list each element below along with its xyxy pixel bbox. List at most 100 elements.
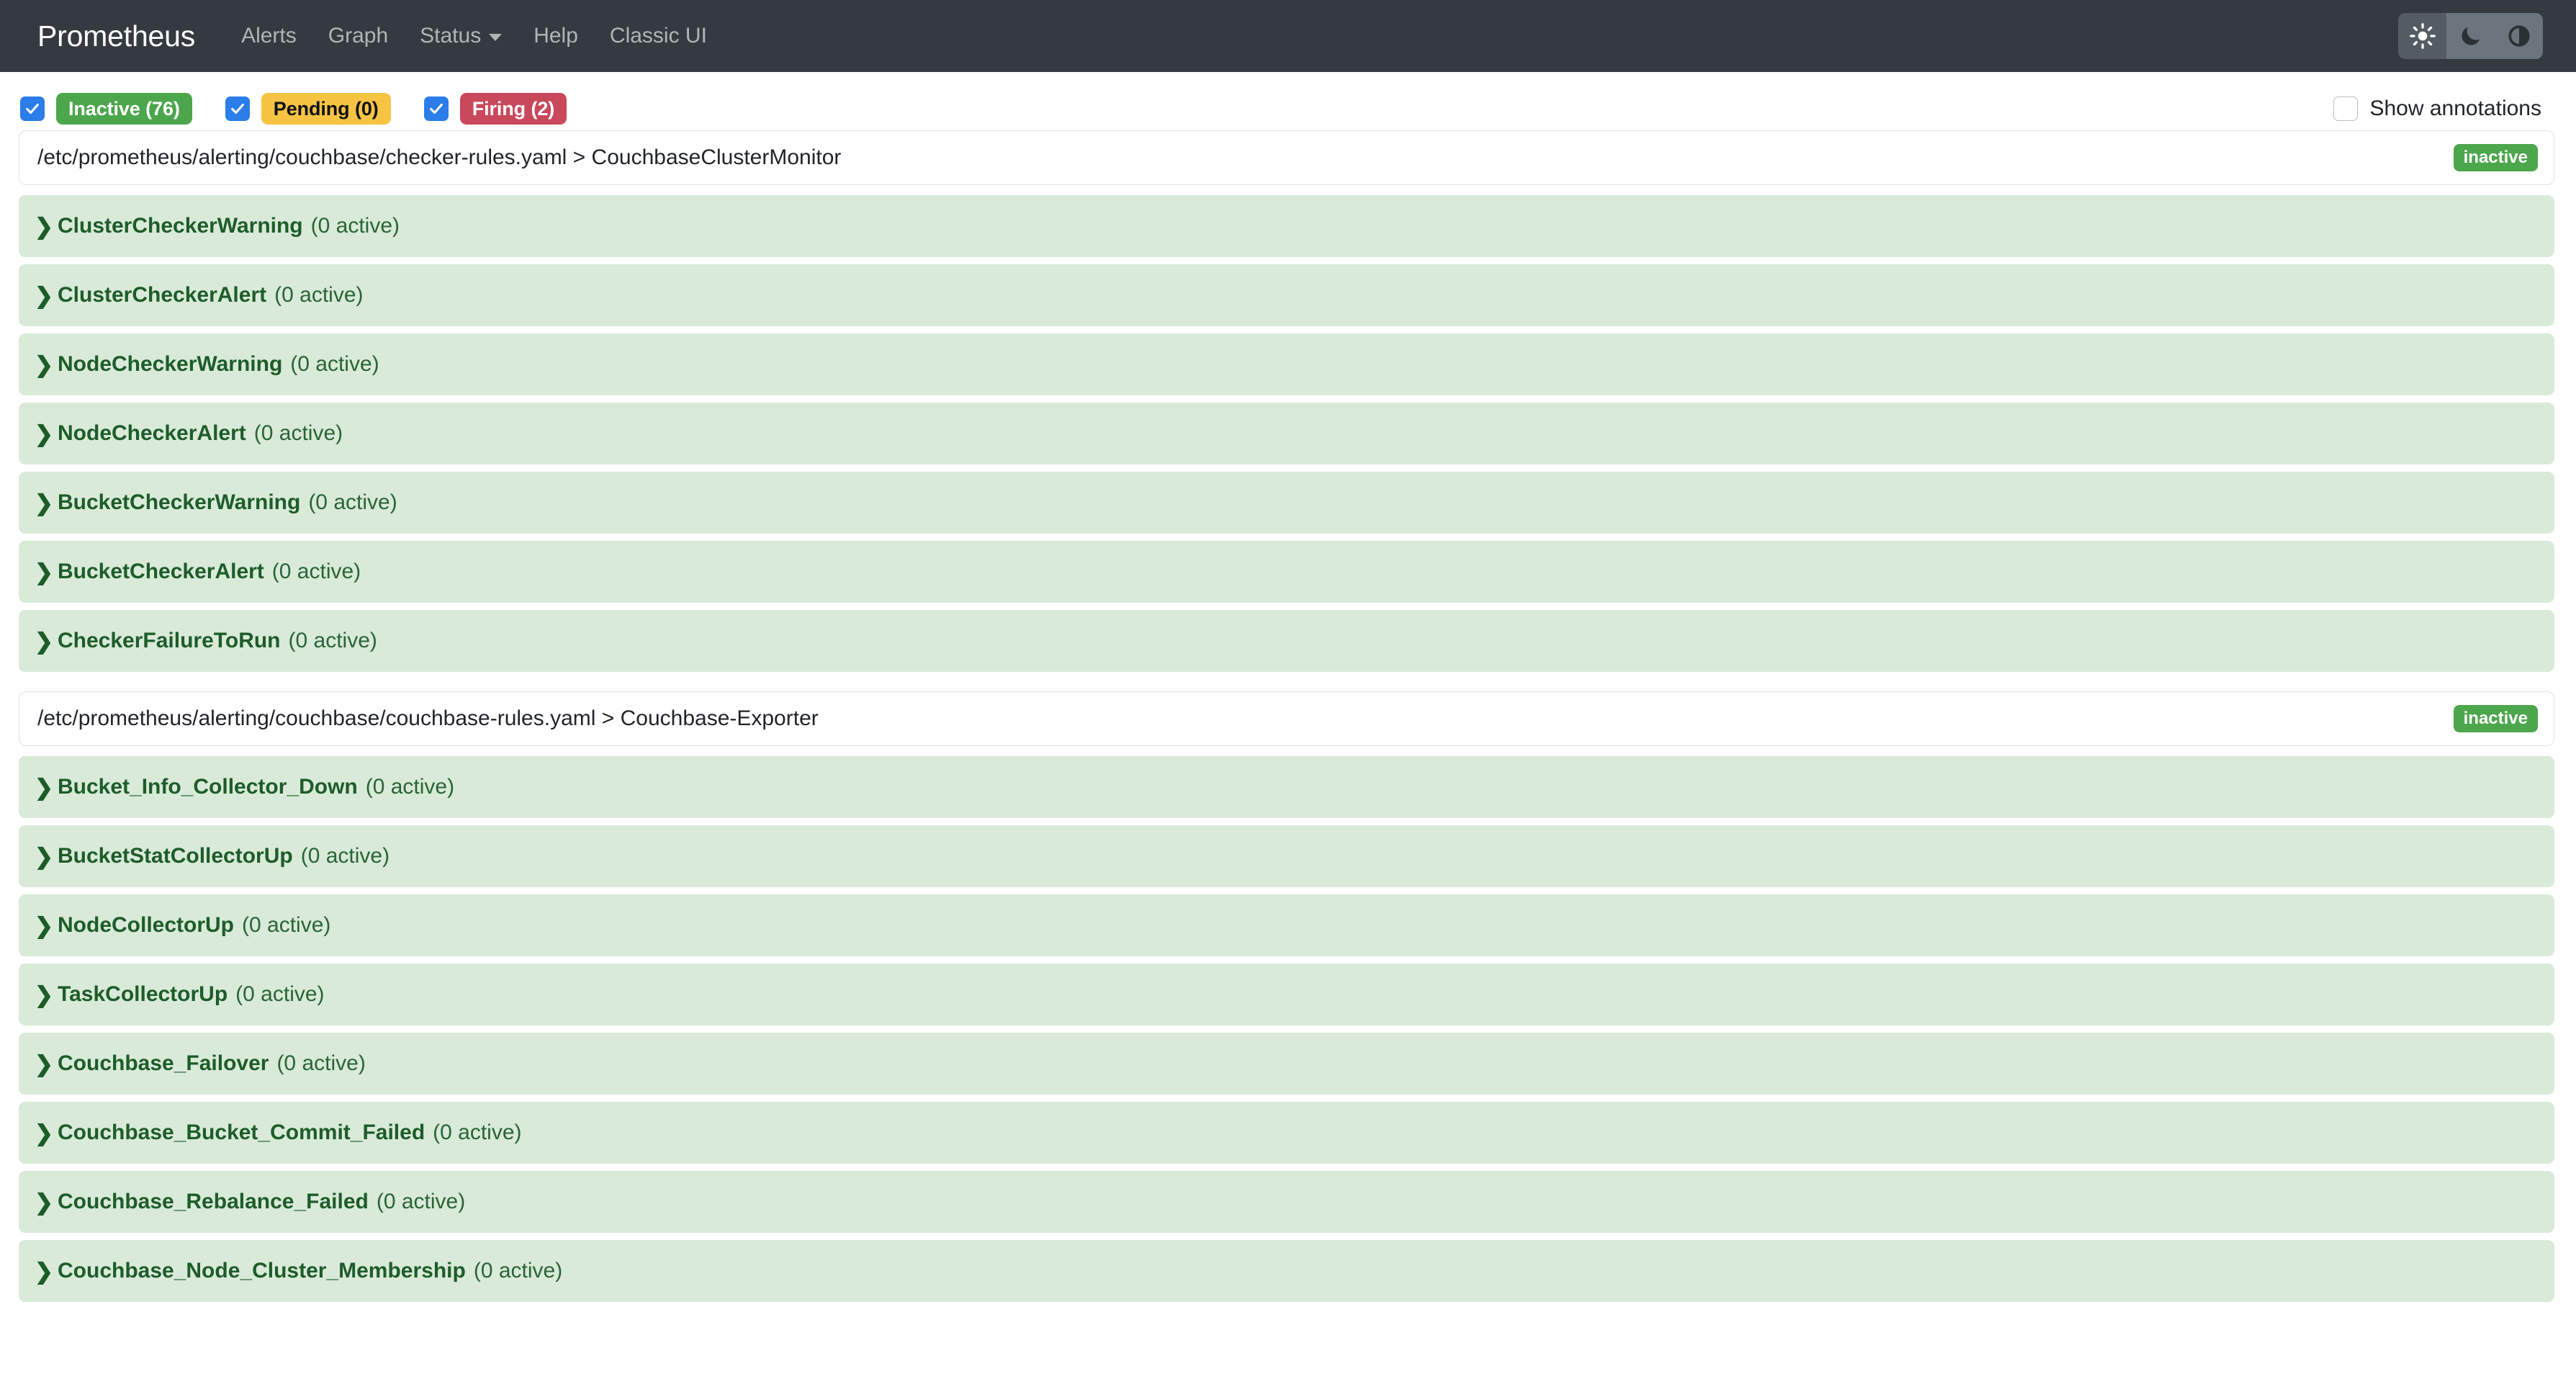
- nav-link-label: Graph: [328, 24, 389, 48]
- filter-inactive-badge[interactable]: Inactive (76): [56, 93, 192, 125]
- navbar: Prometheus Alerts Graph Status Help Classic …: [0, 0, 2576, 72]
- chevron-right-icon[interactable]: ❯: [35, 915, 53, 937]
- alert-rule-row[interactable]: ❯ NodeCollectorUp (0 active): [19, 894, 2554, 956]
- alert-rule-active-count: (0 active): [242, 913, 331, 937]
- alert-rule-row[interactable]: ❯ CheckerFailureToRun (0 active): [19, 610, 2554, 672]
- alert-rule-row[interactable]: ❯ BucketStatCollectorUp (0 active): [19, 825, 2554, 887]
- alert-rule-row[interactable]: ❯ Couchbase_Bucket_Commit_Failed (0 active…: [19, 1102, 2554, 1164]
- alert-rule-name: BucketCheckerAlert: [58, 560, 264, 583]
- alert-rule-row[interactable]: ❯ Couchbase_Failover (0 active): [19, 1033, 2554, 1095]
- show-annotations-label: Show annotations: [2369, 96, 2541, 120]
- show-annotations-toggle[interactable]: Show annotations: [2333, 96, 2541, 121]
- nav-link-alerts[interactable]: Alerts: [225, 24, 312, 48]
- state-filters: Inactive (76) Pending (0) Firing (2): [20, 93, 600, 125]
- alert-group-header[interactable]: /etc/prometheus/alerting/couchbase/couch…: [19, 691, 2554, 746]
- alert-rule-row[interactable]: ❯ Bucket_Info_Collector_Down (0 active): [19, 756, 2554, 818]
- filter-inactive[interactable]: Inactive (76): [20, 93, 192, 125]
- chevron-right-icon[interactable]: ❯: [35, 984, 53, 1006]
- chevron-right-icon[interactable]: ❯: [35, 284, 53, 307]
- alert-rule-active-count: (0 active): [276, 1051, 366, 1075]
- chevron-right-icon[interactable]: ❯: [35, 354, 53, 376]
- alert-rule-row[interactable]: ❯ Couchbase_Rebalance_Failed (0 active): [19, 1171, 2554, 1233]
- chevron-right-icon[interactable]: ❯: [35, 1053, 53, 1075]
- moon-icon[interactable]: [2446, 13, 2495, 59]
- chevron-right-icon[interactable]: ❯: [35, 1122, 53, 1144]
- alert-rule-row[interactable]: ❯ Couchbase_Node_Cluster_Membership (0 act…: [19, 1240, 2554, 1302]
- nav-link-label: Status: [420, 24, 482, 48]
- alert-group-state-badge: inactive: [2453, 705, 2538, 732]
- filter-firing-badge[interactable]: Firing (2): [459, 93, 567, 125]
- show-annotations-checkbox[interactable]: [2333, 96, 2359, 121]
- nav-link-classic-ui[interactable]: Classic UI: [594, 24, 723, 48]
- alert-rule-row[interactable]: ❯ BucketCheckerAlert (0 active): [19, 541, 2554, 603]
- filter-firing-checkbox[interactable]: [423, 96, 449, 121]
- nav-link-label: Alerts: [241, 24, 297, 48]
- alert-rule-name: CheckerFailureToRun: [58, 629, 281, 652]
- filter-bar: Inactive (76) Pending (0) Firing (2) Show …: [0, 87, 2576, 130]
- alert-rule-name: NodeCheckerWarning: [58, 352, 283, 376]
- alert-rule-active-count: (0 active): [290, 352, 379, 376]
- chevron-right-icon[interactable]: ❯: [35, 492, 53, 514]
- nav-link-label: Classic UI: [609, 24, 707, 48]
- alert-rule-active-count: (0 active): [300, 844, 390, 868]
- alert-rule-row[interactable]: ❯ ClusterCheckerWarning (0 active): [19, 195, 2554, 257]
- alert-rule-active-count: (0 active): [365, 775, 455, 799]
- half-circle-icon[interactable]: [2495, 13, 2543, 59]
- chevron-down-icon: [489, 34, 503, 41]
- alert-group-state-badge: inactive: [2453, 144, 2538, 171]
- brand-prometheus[interactable]: Prometheus: [37, 19, 195, 53]
- alert-rule-active-count: (0 active): [376, 1190, 466, 1213]
- filter-inactive-checkbox[interactable]: [20, 96, 45, 121]
- chevron-right-icon[interactable]: ❯: [35, 423, 53, 445]
- alert-rule-name: Couchbase_Bucket_Commit_Failed: [58, 1121, 425, 1144]
- chevron-right-icon[interactable]: ❯: [35, 845, 53, 868]
- alert-rule-row[interactable]: ❯ ClusterCheckerAlert (0 active): [19, 264, 2554, 326]
- chevron-right-icon[interactable]: ❯: [35, 630, 53, 652]
- alert-rule-name: ClusterCheckerAlert: [58, 283, 267, 307]
- alert-rule-name: Couchbase_Failover: [58, 1051, 269, 1075]
- alert-rule-active-count: (0 active): [308, 490, 397, 514]
- alert-rule-row[interactable]: ❯ NodeCheckerWarning (0 active): [19, 333, 2554, 395]
- nav-link-label: Help: [533, 24, 578, 48]
- alert-rule-name: BucketCheckerWarning: [58, 490, 301, 514]
- alert-rule-name: TaskCollectorUp: [58, 982, 228, 1006]
- filter-firing[interactable]: Firing (2): [423, 93, 567, 125]
- alert-rule-active-count: (0 active): [271, 560, 361, 583]
- chevron-right-icon[interactable]: ❯: [35, 561, 53, 583]
- alert-group-path: /etc/prometheus/alerting/couchbase/check…: [37, 145, 842, 169]
- alert-rule-name: Bucket_Info_Collector_Down: [58, 775, 358, 799]
- alert-group-path: /etc/prometheus/alerting/couchbase/couch…: [37, 706, 819, 730]
- alert-rule-active-count: (0 active): [288, 629, 377, 652]
- alert-rule-active-count: (0 active): [473, 1259, 563, 1283]
- sun-icon[interactable]: [2398, 13, 2446, 59]
- chevron-right-icon[interactable]: ❯: [35, 215, 53, 238]
- chevron-right-icon[interactable]: ❯: [35, 1260, 53, 1283]
- alert-rule-name: BucketStatCollectorUp: [58, 844, 293, 868]
- theme-toggle-group[interactable]: [2398, 13, 2543, 59]
- alert-rule-list: ❯ ClusterCheckerWarning (0 active) ❯ Cluster…: [19, 195, 2554, 672]
- alert-rule-name: ClusterCheckerWarning: [58, 214, 303, 238]
- alert-rule-active-count: (0 active): [310, 214, 400, 238]
- alert-rule-name: Couchbase_Rebalance_Failed: [58, 1190, 369, 1213]
- alert-rule-active-count: (0 active): [433, 1121, 522, 1144]
- filter-pending[interactable]: Pending (0): [225, 93, 391, 125]
- chevron-right-icon[interactable]: ❯: [35, 776, 53, 799]
- nav-link-help[interactable]: Help: [518, 24, 594, 48]
- alert-rule-active-count: (0 active): [235, 982, 325, 1006]
- chevron-right-icon[interactable]: ❯: [35, 1191, 53, 1213]
- alert-rule-active-count: (0 active): [274, 283, 364, 307]
- nav-link-graph[interactable]: Graph: [312, 24, 404, 48]
- filter-pending-badge[interactable]: Pending (0): [261, 93, 391, 125]
- alert-rule-name: Couchbase_Node_Cluster_Membership: [58, 1259, 466, 1283]
- alert-rule-name: NodeCheckerAlert: [58, 421, 246, 445]
- alert-rule-name: NodeCollectorUp: [58, 913, 235, 937]
- nav-link-status[interactable]: Status: [404, 24, 518, 48]
- alert-rule-list: ❯ Bucket_Info_Collector_Down (0 active) ❯ Bu…: [19, 756, 2554, 1302]
- alert-rule-row[interactable]: ❯ NodeCheckerAlert (0 active): [19, 403, 2554, 464]
- filter-pending-checkbox[interactable]: [225, 96, 250, 121]
- alert-groups: /etc/prometheus/alerting/couchbase/check…: [0, 130, 2576, 1302]
- alert-rule-row[interactable]: ❯ TaskCollectorUp (0 active): [19, 964, 2554, 1025]
- alert-group: /etc/prometheus/alerting/couchbase/check…: [19, 130, 2554, 672]
- alert-rule-row[interactable]: ❯ BucketCheckerWarning (0 active): [19, 472, 2554, 534]
- alert-group-header[interactable]: /etc/prometheus/alerting/couchbase/check…: [19, 130, 2554, 185]
